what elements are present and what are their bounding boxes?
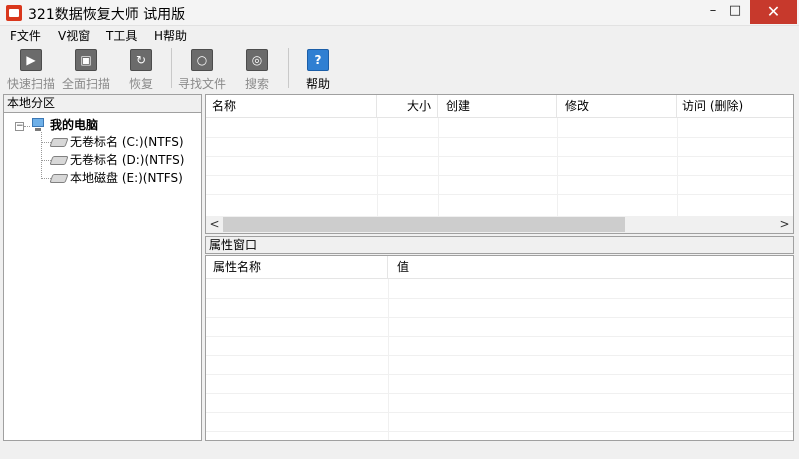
- grid-line: [206, 317, 793, 318]
- window-title: 321数据恢复大师 试用版: [28, 7, 186, 23]
- grid-line: [206, 355, 793, 356]
- horizontal-scrollbar[interactable]: < >: [206, 216, 793, 233]
- refresh-icon: ↻: [130, 49, 152, 71]
- partition-panel: 本地分区 − 我的电脑 无卷标名 (C:)(NTFS) 无卷标名 (D:)(NT…: [3, 94, 202, 441]
- grid-line: [206, 374, 793, 375]
- grid-line: [388, 279, 389, 440]
- tree-connector: [41, 142, 51, 143]
- grid-line: [438, 118, 439, 216]
- help-icon: ?: [307, 49, 329, 71]
- partition-panel-header: 本地分区: [4, 95, 201, 113]
- grid-line: [557, 118, 558, 216]
- help-label: 帮助: [305, 77, 330, 91]
- grid-line: [206, 175, 793, 176]
- toolbar-separator: [171, 48, 172, 88]
- search-button[interactable]: ◎ 搜索: [230, 47, 284, 91]
- find-file-label: 寻找文件: [177, 77, 226, 91]
- tree-connector: [41, 160, 51, 161]
- app-icon: [6, 5, 22, 21]
- recover-label: 恢复: [128, 77, 153, 91]
- properties-panel: 属性名称 值: [205, 255, 794, 441]
- recover-button[interactable]: ↻ 恢复: [114, 47, 168, 91]
- grid-line: [677, 118, 678, 216]
- grid-line: [206, 431, 793, 432]
- grid-line: [206, 137, 793, 138]
- toolbar-separator: [288, 48, 289, 88]
- menu-tools[interactable]: T工具: [106, 27, 137, 44]
- disk-icon: [49, 174, 69, 183]
- file-list: 名称 大小 创建 修改 访问 (删除) < >: [205, 94, 794, 234]
- column-accessed[interactable]: 访问 (删除): [677, 95, 793, 118]
- full-scan-label: 全面扫描: [61, 77, 110, 91]
- close-button[interactable]: ✕: [750, 0, 797, 24]
- tree-drive-c[interactable]: 无卷标名 (C:)(NTFS): [70, 133, 184, 151]
- tree-drive-e[interactable]: 本地磁盘 (E:)(NTFS): [70, 169, 183, 187]
- column-property-name[interactable]: 属性名称: [206, 256, 388, 279]
- search-icon: ◎: [246, 49, 268, 71]
- collapse-toggle[interactable]: −: [15, 122, 24, 131]
- grid-line: [206, 298, 793, 299]
- scroll-left-icon[interactable]: <: [206, 216, 223, 233]
- maximize-button[interactable]: □: [720, 0, 750, 24]
- grid-line: [206, 393, 793, 394]
- tree-connector: [41, 178, 51, 179]
- disk-icon: [49, 138, 69, 147]
- full-scan-button[interactable]: ▣ 全面扫描: [59, 47, 113, 91]
- menu-file[interactable]: F文件: [10, 27, 41, 44]
- magnifier-icon: ○: [191, 49, 213, 71]
- column-name[interactable]: 名称: [206, 95, 377, 118]
- play-icon: ▶: [20, 49, 42, 71]
- grid-line: [206, 336, 793, 337]
- grid-line: [206, 194, 793, 195]
- computer-icon: [30, 118, 46, 132]
- grid-line: [206, 156, 793, 157]
- scan-icon: ▣: [75, 49, 97, 71]
- column-property-value[interactable]: 值: [388, 256, 793, 279]
- disk-icon: [49, 156, 69, 165]
- title-bar: 321数据恢复大师 试用版 – □ ✕: [0, 0, 799, 26]
- menu-help[interactable]: H帮助: [154, 27, 187, 44]
- menu-view[interactable]: V视窗: [58, 27, 90, 44]
- toolbar: ▶ 快速扫描 ▣ 全面扫描 ↻ 恢复 ○ 寻找文件 ◎ 搜索 ? 帮助: [0, 44, 799, 93]
- search-label: 搜索: [244, 77, 269, 91]
- properties-panel-header: 属性窗口: [205, 236, 794, 254]
- column-created[interactable]: 创建: [438, 95, 557, 118]
- quick-scan-button[interactable]: ▶ 快速扫描: [4, 47, 58, 91]
- help-button[interactable]: ? 帮助: [291, 47, 345, 91]
- scroll-right-icon[interactable]: >: [776, 216, 793, 233]
- column-size[interactable]: 大小: [377, 95, 438, 118]
- quick-scan-label: 快速扫描: [6, 77, 55, 91]
- grid-line: [377, 118, 378, 216]
- tree-drive-d[interactable]: 无卷标名 (D:)(NTFS): [70, 151, 184, 169]
- tree-root-my-computer[interactable]: 我的电脑: [50, 116, 98, 134]
- scrollbar-thumb[interactable]: [223, 217, 625, 232]
- grid-line: [206, 412, 793, 413]
- find-file-button[interactable]: ○ 寻找文件: [175, 47, 229, 91]
- tree-connector: [41, 132, 42, 179]
- column-modified[interactable]: 修改: [557, 95, 677, 118]
- menu-bar: F文件 V视窗 T工具 H帮助: [0, 26, 799, 44]
